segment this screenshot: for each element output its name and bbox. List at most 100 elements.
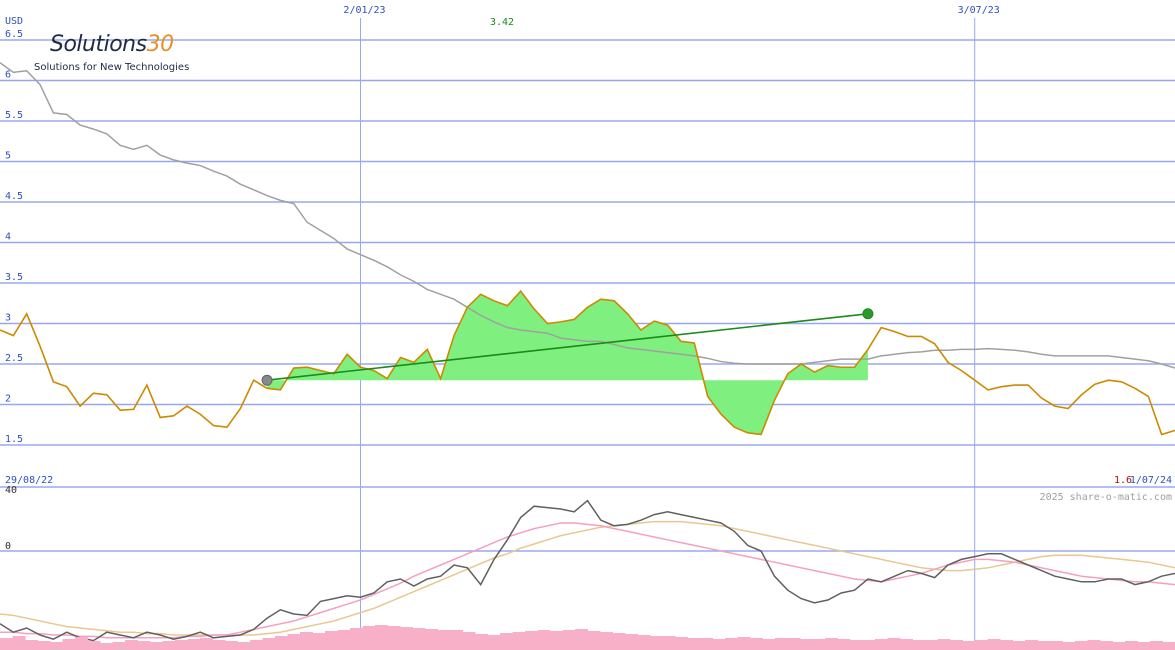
volume-bar: [525, 631, 538, 650]
volume-bar: [162, 641, 176, 650]
price-y-tick-label: 4.5: [5, 191, 23, 202]
volume-bar: [275, 636, 288, 650]
volume-bar: [987, 639, 1001, 650]
price-y-tick-label: 4: [5, 232, 11, 243]
price-y-tick-label: 3: [5, 313, 11, 324]
volume-bar: [825, 638, 838, 650]
volume-bar: [287, 634, 301, 650]
chart-texts: USD 3.42 29/08/22 1/07/241.6 2025 share-o-ma…: [5, 16, 1172, 503]
volume-bar: [262, 638, 276, 650]
volume-bar: [112, 642, 126, 650]
volume-bar: [512, 632, 526, 650]
trade-exit-marker: [862, 308, 874, 320]
volume-bar: [650, 636, 663, 650]
price-y-tick-label: 1.5: [5, 434, 23, 445]
volume-bar: [737, 637, 751, 650]
end-date-label: 1/07/24: [1130, 475, 1172, 486]
price-y-tick-label: 2: [5, 394, 11, 405]
volume-bar: [900, 639, 913, 650]
volume-bar: [437, 630, 451, 650]
volume-bar: [662, 636, 676, 650]
company-logo: Solutions30 Solutions for New Technologi…: [30, 32, 200, 78]
price-y-tick-label: 5: [5, 151, 11, 162]
volume-bar: [975, 640, 988, 650]
oscillator-fast-line: [0, 522, 1175, 639]
volume-bar: [400, 627, 413, 650]
volume-bar: [137, 641, 151, 650]
date-tick-label: 2/01/23: [343, 5, 385, 16]
volume-bar: [1075, 641, 1088, 650]
volume-bar: [937, 639, 951, 650]
volume-bar: [562, 630, 576, 650]
volume-bar: [175, 640, 188, 650]
volume-bar: [812, 639, 826, 650]
date-tick-label: 3/07/23: [958, 5, 1000, 16]
volume-bar: [837, 639, 851, 650]
price-y-tick-label: 6.5: [5, 29, 23, 40]
volume-bar: [537, 630, 551, 650]
volume-bar: [312, 633, 326, 650]
oscillator-grid: 400-60: [0, 485, 1175, 648]
price-y-axis-labels: 6.5 6 5.5 5 4.5 4 3.5 3 2.5 2 1.5: [5, 29, 23, 445]
logo-tagline: Solutions for New Technologies: [34, 62, 190, 73]
oscillator-y-tick-label: 40: [5, 485, 17, 496]
volume-bar: [212, 640, 226, 650]
volume-bar: [475, 634, 488, 650]
volume-bar: [725, 638, 738, 650]
volume-bar: [625, 634, 638, 650]
volume-bar: [575, 629, 588, 650]
volume-bar: [1150, 641, 1163, 650]
copyright-label: 2025 share-o-matic.com: [1040, 492, 1172, 503]
volume-bar: [337, 630, 351, 650]
oscillator-series: [0, 499, 1175, 642]
volume-bar: [487, 635, 501, 650]
volume-bar: [50, 642, 63, 650]
volume-bar: [500, 633, 513, 650]
price-y-tick-label: 2.5: [5, 353, 23, 364]
volume-bar: [850, 640, 863, 650]
oscillator-slow-line: [0, 520, 1175, 636]
volume-bar: [962, 641, 976, 650]
volume-bar: [412, 628, 426, 650]
logo-number: 30: [146, 32, 175, 57]
volume-bar: [87, 641, 101, 650]
volume-bar: [950, 640, 963, 650]
price-y-tick-label: 3.5: [5, 272, 23, 283]
volume-bar: [362, 626, 376, 650]
volume-bar: [325, 631, 338, 650]
volume-bar: [762, 639, 776, 650]
last-value-label: 1.6: [1114, 475, 1132, 486]
volume-bar: [100, 643, 113, 650]
volume-bar: [300, 632, 313, 650]
oscillator-y-tick-label: 0: [5, 541, 11, 552]
volume-bar: [1037, 641, 1051, 650]
logo-wordmark: Solutions30: [50, 32, 174, 57]
volume-bar: [387, 626, 401, 650]
volume-bar: [675, 637, 688, 650]
volume-bar: [875, 639, 888, 650]
volume-bar: [25, 640, 38, 650]
volume-bar: [450, 630, 463, 650]
volume-bar: [925, 640, 938, 650]
volume-bar: [687, 638, 701, 650]
currency-label: USD: [5, 16, 23, 27]
volume-bar: [1162, 642, 1175, 650]
volume-bar: [775, 638, 788, 650]
volume-bar: [1062, 642, 1076, 650]
date-axis-labels: 2/01/233/07/231/01/24: [343, 5, 1000, 16]
volume-bar: [800, 639, 813, 650]
volume-bar: [1125, 641, 1138, 650]
trade-entry-marker: [261, 374, 273, 386]
peak-value-label: 3.42: [490, 17, 514, 28]
volume-bar: [187, 639, 201, 650]
price-y-tick-label: 6: [5, 70, 11, 81]
volume-bar: [75, 637, 88, 650]
volume-bar: [912, 640, 926, 650]
volume-bar: [750, 638, 763, 650]
volume-bar: [1100, 641, 1113, 650]
oscillator-main-line: [0, 499, 1175, 642]
volume-bar: [637, 635, 651, 650]
volume-bar: [612, 633, 626, 650]
logo-word-text: Solutions: [50, 32, 147, 57]
volume-bar: [150, 642, 163, 650]
